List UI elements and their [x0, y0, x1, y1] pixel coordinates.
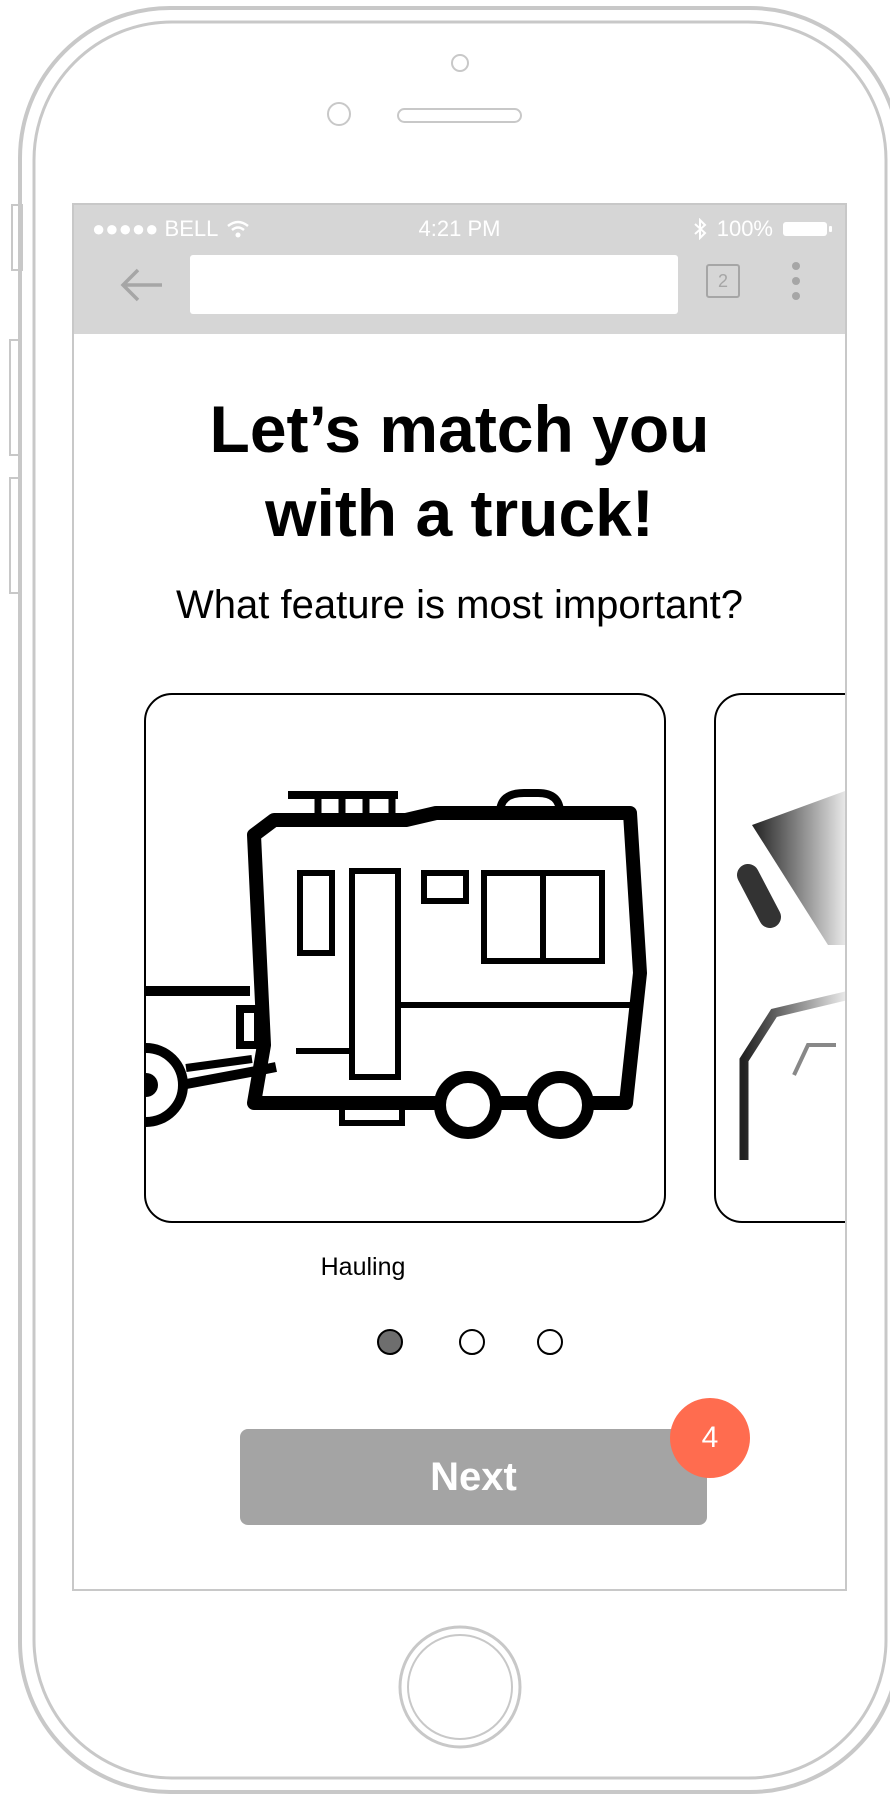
badge-count: 4: [701, 1421, 719, 1454]
question-text: What feature is most important?: [176, 583, 743, 627]
battery-percent: 100%: [716, 216, 773, 241]
browser-toolbar: 2: [74, 251, 845, 334]
next-button-label: Next: [430, 1454, 517, 1499]
next-button[interactable]: Next: [240, 1429, 707, 1525]
status-bar: ●●●●● BELL 4:21 PM 100%: [74, 205, 845, 251]
url-input[interactable]: [190, 255, 678, 314]
partial-card-icon: [737, 791, 845, 1160]
pagination-dot-3[interactable]: [537, 1329, 563, 1355]
battery-icon: [783, 222, 832, 236]
bluetooth-icon: [694, 218, 707, 240]
menu-more-icon[interactable]: [790, 261, 802, 301]
feature-card-next[interactable]: [714, 693, 845, 1223]
title-line-2: with a truck!: [265, 476, 654, 550]
pagination-dot-2[interactable]: [459, 1329, 485, 1355]
phone-screen: ●●●●● BELL 4:21 PM 100% 2 Let’s match yo…: [72, 203, 847, 1591]
feature-card-hauling[interactable]: [144, 693, 666, 1223]
back-arrow-icon[interactable]: [120, 267, 164, 303]
trailer-icon: [146, 789, 647, 1139]
title-line-1: Let’s match you: [209, 392, 710, 466]
tab-count: 2: [717, 270, 728, 291]
notification-badge: 4: [670, 1398, 750, 1478]
pagination-dot-1[interactable]: [377, 1329, 403, 1355]
page-title: Let’s match you with a truck!: [74, 387, 845, 555]
card-label: Hauling: [320, 1253, 406, 1281]
tab-switcher-button[interactable]: 2: [706, 264, 740, 298]
